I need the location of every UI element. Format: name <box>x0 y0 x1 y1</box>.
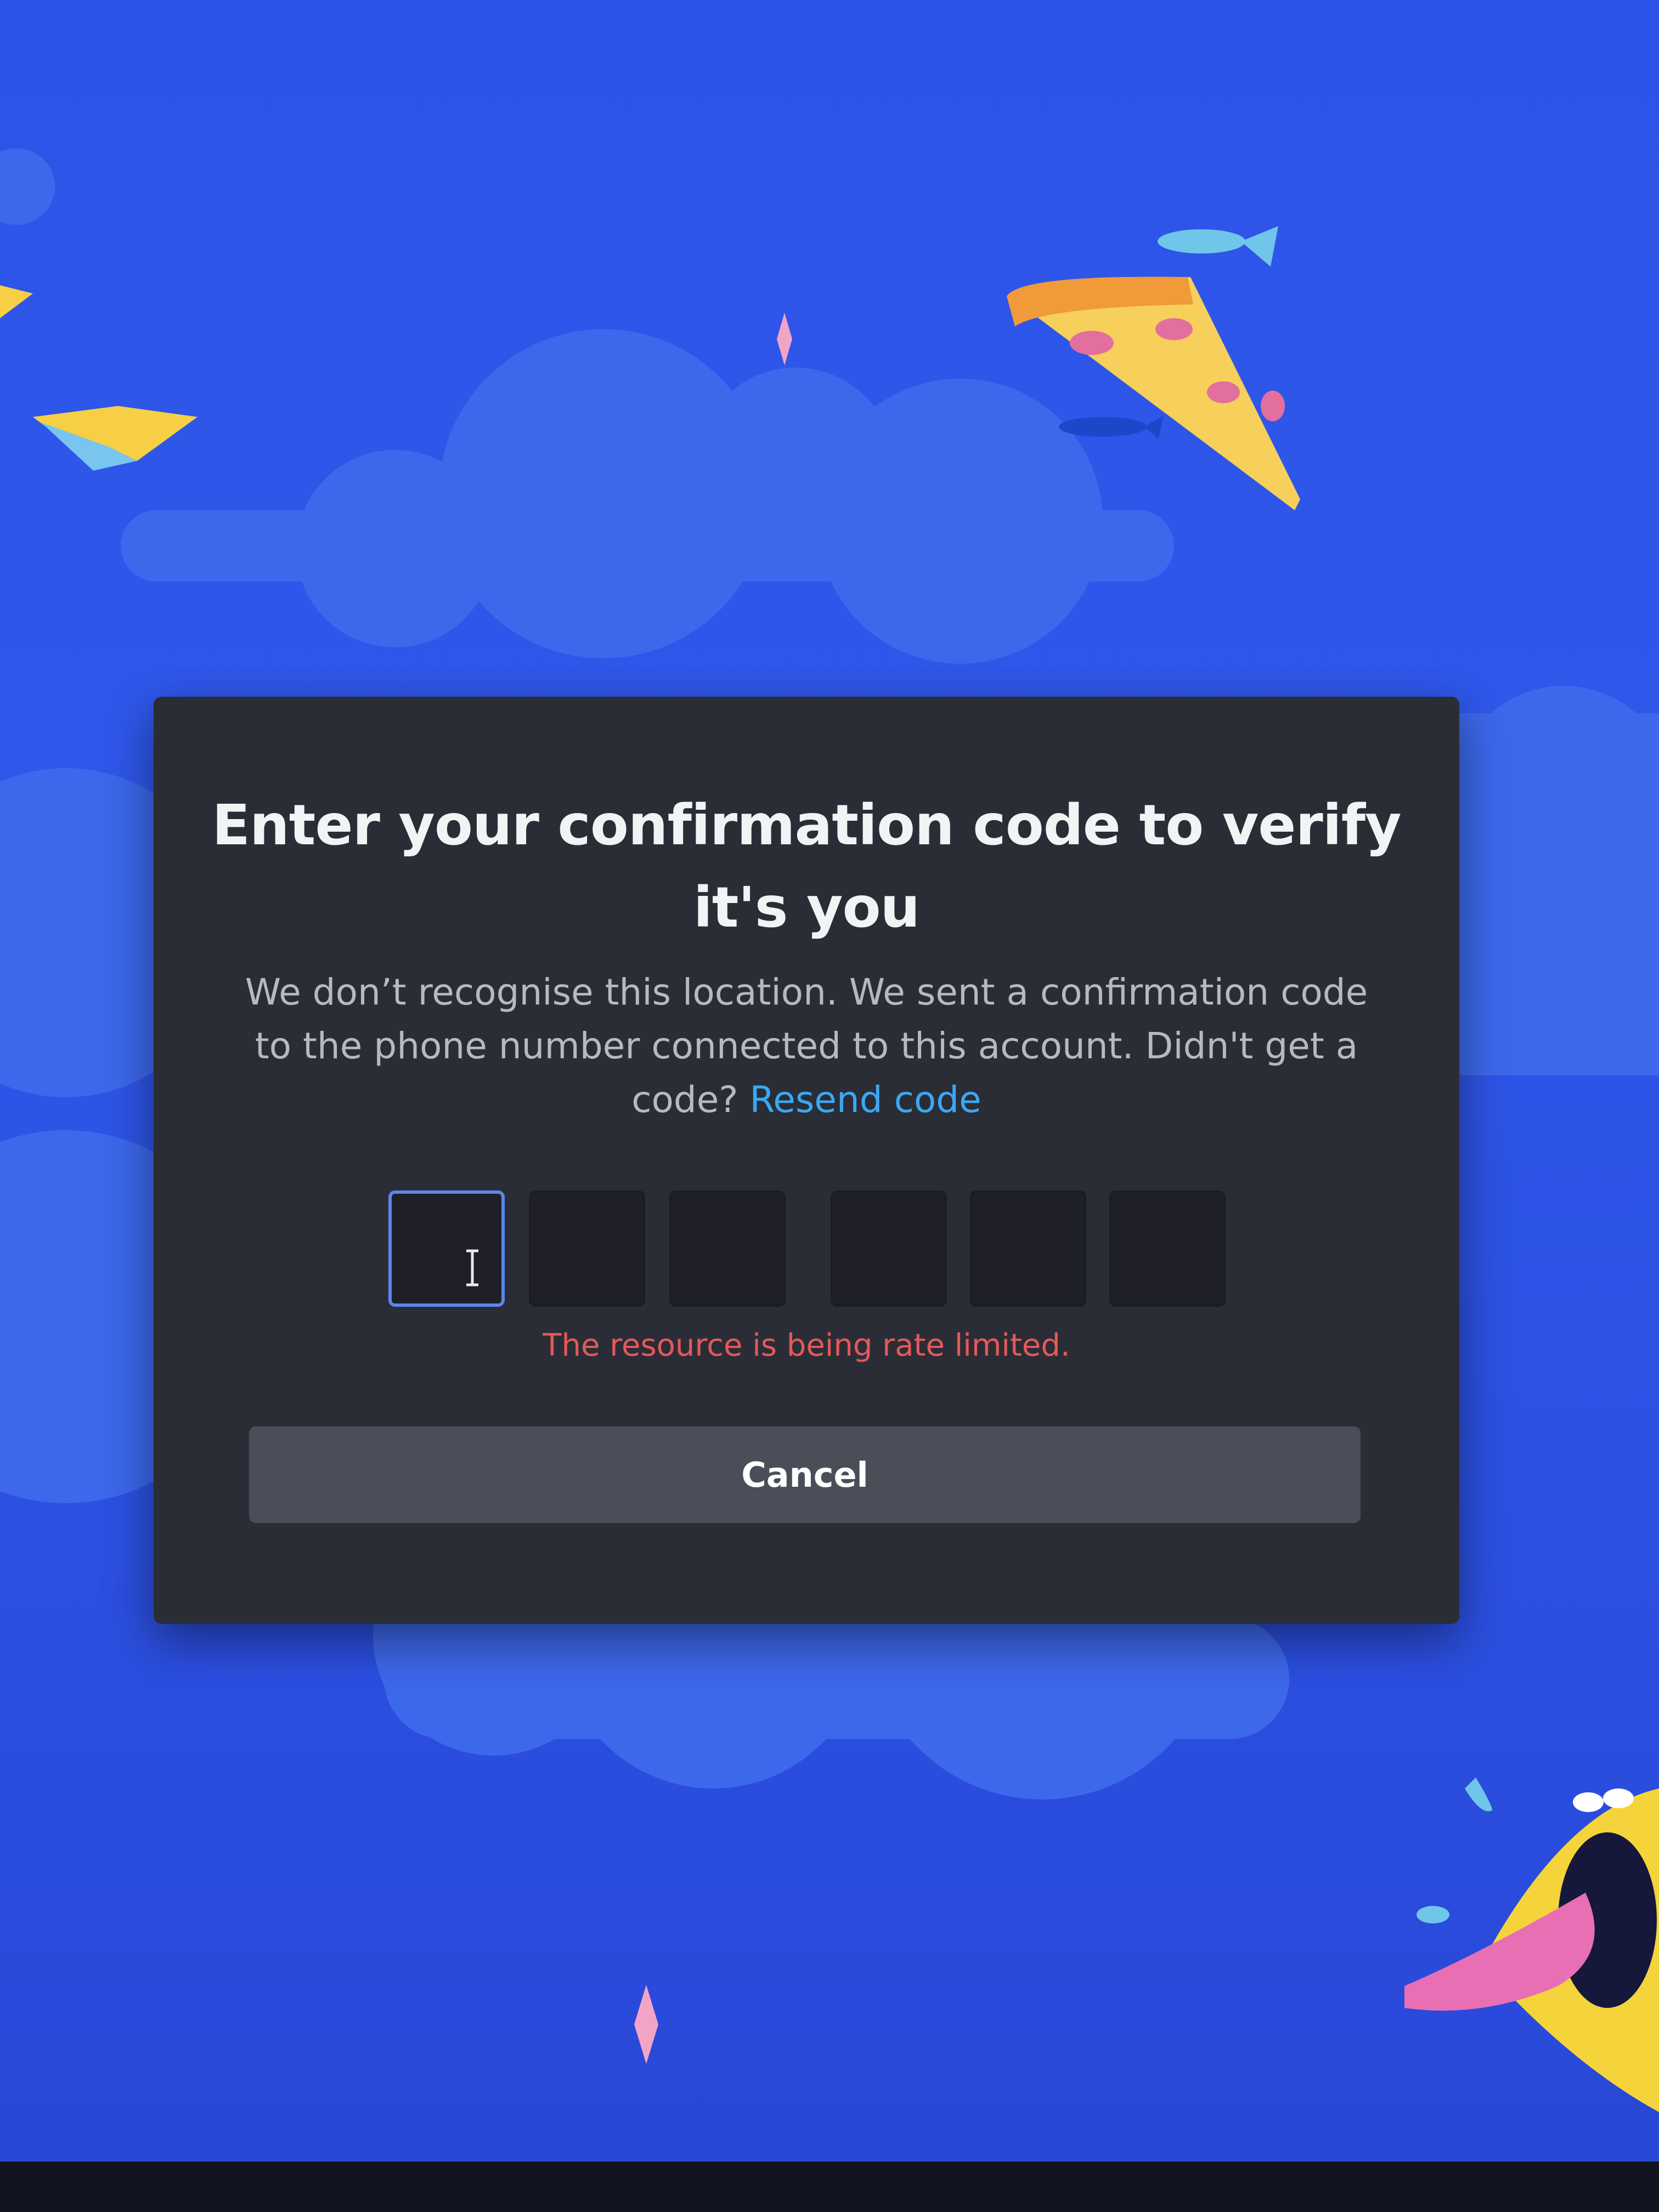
taskbar <box>0 2162 1659 2212</box>
cancel-button[interactable]: Cancel <box>249 1426 1361 1523</box>
code-digit-input-1[interactable] <box>388 1190 505 1307</box>
desktop-screen: Enter your confirmation code to verify i… <box>0 0 1659 2212</box>
sparkle-icon <box>777 313 792 365</box>
confirmation-code-inputs <box>388 1190 1233 1311</box>
horn-character-illustration <box>1404 1778 1659 2112</box>
confirmation-code-dialog: Enter your confirmation code to verify i… <box>154 697 1459 1624</box>
code-digit-input-6[interactable] <box>1109 1190 1226 1307</box>
code-digit-input-3[interactable] <box>669 1190 786 1307</box>
code-digit-input-4[interactable] <box>831 1190 947 1307</box>
code-digit-input-2[interactable] <box>529 1190 645 1307</box>
rate-limit-error-message: The resource is being rate limited. <box>543 1328 1070 1363</box>
code-digit-input-5[interactable] <box>970 1190 1086 1307</box>
sparkle-icon <box>634 1985 658 2064</box>
dialog-title: Enter your confirmation code to verify i… <box>212 793 1401 940</box>
dialog-description: We don’t recognise this location. We sen… <box>236 966 1377 1127</box>
cloud-right <box>1454 686 1659 1075</box>
book-illustration <box>0 285 198 471</box>
text-cursor-icon <box>466 1249 478 1286</box>
resend-code-link[interactable]: Resend code <box>749 1079 981 1121</box>
cloud-top <box>121 329 1174 664</box>
